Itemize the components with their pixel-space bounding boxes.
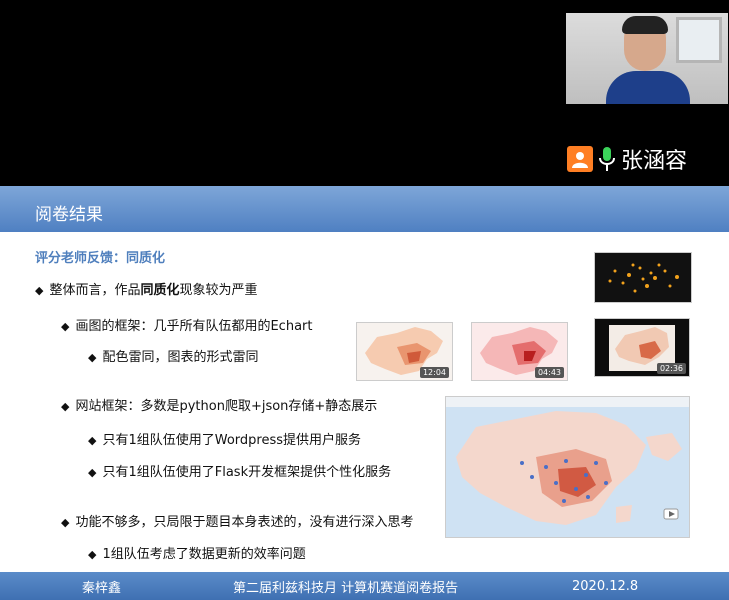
slide-title: 阅卷结果 bbox=[35, 205, 103, 225]
diamond-bullet-icon: ◆ bbox=[88, 548, 97, 561]
bullet-line-7: ◆ 功能不够多，只局限于题目本身表述的，没有进行深入思考 bbox=[61, 515, 414, 530]
speaker-name: 张涵容 bbox=[621, 149, 688, 174]
bullet-line-5: ◆ 只有1组队伍使用了Wordpress提供用户服务 bbox=[88, 433, 362, 448]
slide-title-bar: 阅卷结果 bbox=[0, 186, 729, 232]
bullet-line-3: ◆ 配色雷同，图表的形式雷同 bbox=[88, 350, 259, 365]
map-thumbnail-2[interactable]: 04:43 bbox=[471, 322, 568, 381]
presentation-slide: 阅卷结果 评分老师反馈：同质化 ◆ 整体而言，作品同质化现象较为严重 ◆ 画图的框架… bbox=[0, 186, 729, 600]
diamond-bullet-icon: ◆ bbox=[88, 351, 97, 364]
bullet-line-2: ◆ 画图的框架：几乎所有队伍都用的Echart bbox=[61, 319, 313, 334]
diamond-bullet-icon: ◆ bbox=[88, 466, 97, 479]
slide-footer: 秦梓鑫 第二届利兹科技月 计算机赛道阅卷报告 2020.12.8 bbox=[0, 572, 729, 600]
diamond-bullet-icon: ◆ bbox=[35, 284, 44, 297]
speaker-video-thumbnail[interactable] bbox=[566, 13, 728, 104]
bullet-line-6: ◆ 只有1组队伍使用了Flask开发框架提供个性化服务 bbox=[88, 465, 392, 480]
person-icon bbox=[567, 146, 593, 172]
footer-title: 第二届利兹科技月 计算机赛道阅卷报告 bbox=[233, 580, 459, 596]
bullet-line-4: ◆ 网站框架：多数是python爬取+json存储+静态展示 bbox=[61, 399, 378, 414]
bullet-line-1: ◆ 整体而言，作品同质化现象较为严重 bbox=[35, 283, 258, 298]
video-duration-badge: 02:36 bbox=[656, 363, 686, 374]
video-duration-badge: 12:04 bbox=[419, 367, 449, 378]
microphone-icon bbox=[599, 147, 615, 171]
large-map-screenshot[interactable] bbox=[445, 396, 690, 538]
diamond-bullet-icon: ◆ bbox=[88, 434, 97, 447]
diamond-bullet-icon: ◆ bbox=[61, 320, 70, 333]
map-thumbnail-3[interactable]: 02:36 bbox=[594, 318, 690, 377]
video-duration-badge: 04:43 bbox=[534, 367, 564, 378]
map-thumbnail-1[interactable]: 12:04 bbox=[356, 322, 453, 381]
speaker-label: 张涵容 bbox=[567, 146, 688, 174]
diamond-bullet-icon: ◆ bbox=[61, 400, 70, 413]
slide-subtitle: 评分老师反馈：同质化 bbox=[35, 251, 166, 266]
bullet-line-8: ◆ 1组队伍考虑了数据更新的效率问题 bbox=[88, 547, 306, 562]
footer-date: 2020.12.8 bbox=[572, 578, 639, 594]
footer-author: 秦梓鑫 bbox=[82, 580, 122, 596]
dark-map-thumbnail[interactable] bbox=[594, 252, 692, 303]
diamond-bullet-icon: ◆ bbox=[61, 516, 70, 529]
